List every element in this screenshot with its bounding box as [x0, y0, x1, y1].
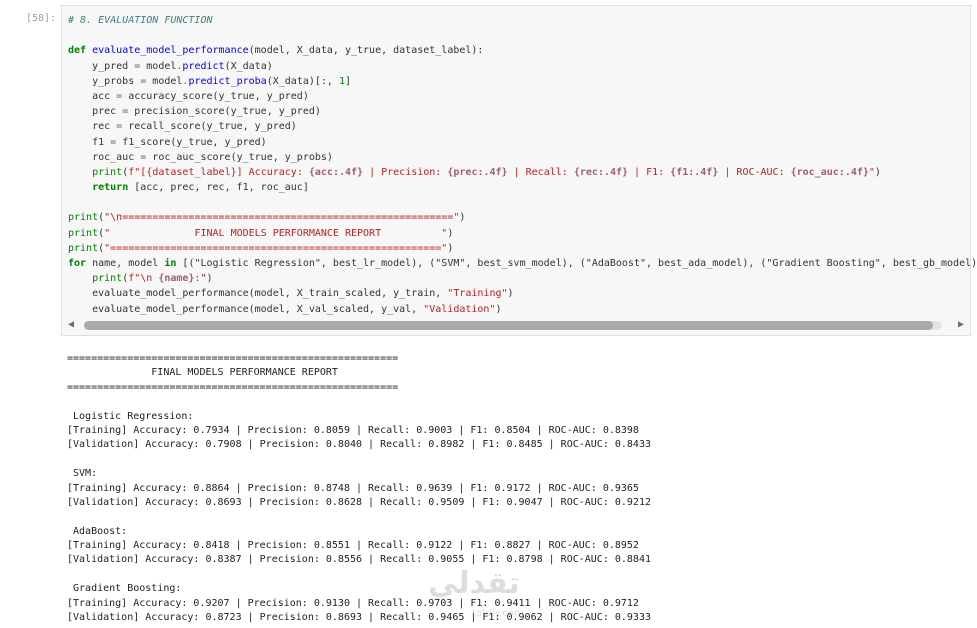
code-line: rec = recall_score(y_true, y_pred)	[68, 121, 297, 133]
code-line: # 8. EVALUATION FUNCTION	[68, 13, 977, 28]
site-watermark: تقدلي tafdly.com	[428, 566, 548, 626]
cell-output: ========================================…	[67, 352, 651, 625]
watermark-logo: تقدلي	[428, 566, 520, 601]
code-line: print(f"[{dataset_label}] Accuracy: {acc…	[92, 166, 881, 178]
scroll-left-icon[interactable]: ◀	[68, 318, 74, 332]
code-line: prec = precision_score(y_true, y_pred)	[68, 106, 321, 118]
output-line: FINAL MODELS PERFORMANCE REPORT	[67, 367, 338, 379]
horizontal-scrollbar[interactable]: ◀ ▶	[64, 318, 968, 332]
scrollbar-thumb[interactable]	[84, 321, 934, 330]
watermark-url: tafdly.com	[472, 608, 524, 619]
output-line: [Training] Accuracy: 0.9207 | Precision:…	[67, 597, 639, 609]
output-line: [Validation] Accuracy: 0.8723 | Precisio…	[67, 612, 651, 624]
code-line: print("=================================…	[68, 242, 454, 254]
code-line: print("\n===============================…	[68, 212, 466, 224]
code-line: def evaluate_model_performance(model, X_…	[68, 45, 484, 57]
output-line: Gradient Boosting:	[67, 583, 182, 595]
code-comment: # 8. EVALUATION FUNCTION	[68, 15, 213, 26]
function-params: (model, X_data, y_true, dataset_label):	[248, 45, 484, 57]
output-line: [Training] Accuracy: 0.8864 | Precision:…	[67, 482, 639, 494]
code-line: print(f"\n {name}:")	[92, 273, 213, 285]
code-line: roc_auc = roc_auc_score(y_true, y_probs)	[68, 151, 333, 163]
code-line: y_pred = model.predict(X_data)	[68, 60, 273, 72]
code-editor[interactable]: # 8. EVALUATION FUNCTION def evaluate_mo…	[68, 13, 977, 317]
cell-prompt: [58]:	[26, 13, 57, 24]
code-line: for name, model in [("Logistic Regressio…	[68, 258, 977, 269]
code-line: f1 = f1_score(y_true, y_pred)	[68, 136, 267, 148]
output-line: [Training] Accuracy: 0.7934 | Precision:…	[67, 424, 639, 436]
code-line: evaluate_model_performance(model, X_trai…	[68, 288, 514, 300]
code-line: evaluate_model_performance(model, X_val_…	[68, 303, 502, 315]
function-name: evaluate_model_performance	[92, 45, 249, 57]
code-line: print(" FINAL MODELS PERFORMANCE REPORT …	[68, 227, 454, 239]
code-cell[interactable]: # 8. EVALUATION FUNCTION def evaluate_mo…	[61, 5, 977, 336]
output-line: [Training] Accuracy: 0.8418 | Precision:…	[67, 540, 639, 552]
output-line: SVM:	[67, 468, 98, 480]
code-line: return [acc, prec, rec, f1, roc_auc]	[92, 182, 309, 194]
output-line: [Validation] Accuracy: 0.8387 | Precisio…	[67, 554, 651, 566]
output-line: [Validation] Accuracy: 0.7908 | Precisio…	[67, 439, 651, 451]
scrollbar-track[interactable]	[84, 321, 942, 330]
output-line: ========================================…	[67, 353, 399, 364]
output-line: ========================================…	[67, 381, 399, 393]
output-line: [Validation] Accuracy: 0.8693 | Precisio…	[67, 496, 651, 508]
code-line: y_probs = model.predict_proba(X_data)[:,…	[68, 75, 352, 87]
scroll-right-icon[interactable]: ▶	[958, 318, 964, 332]
output-line: Logistic Regression:	[67, 410, 194, 422]
output-line: AdaBoost:	[67, 525, 128, 537]
code-line: acc = accuracy_score(y_true, y_pred)	[68, 90, 309, 102]
